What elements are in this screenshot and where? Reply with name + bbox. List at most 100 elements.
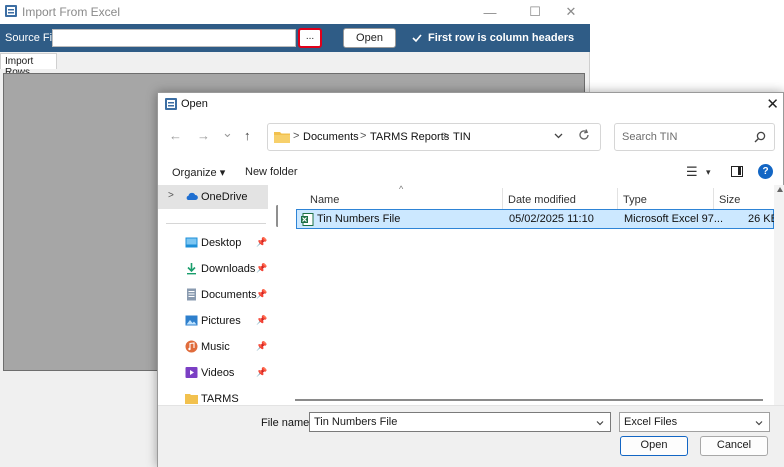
app-icon	[5, 5, 17, 17]
sidebar-item-onedrive[interactable]: > OneDrive	[158, 185, 268, 209]
scroll-up-icon[interactable]	[777, 187, 783, 192]
videos-icon	[185, 367, 198, 378]
vertical-scrollbar[interactable]	[774, 185, 784, 405]
header-checkbox-label[interactable]: First row is column headers	[428, 32, 574, 44]
search-icon[interactable]	[754, 131, 766, 143]
sidebar-divider	[166, 223, 266, 224]
breadcrumb-tin[interactable]: TIN	[453, 131, 471, 143]
file-list: ^ Name Date modified Type Size Tin Numbe…	[285, 184, 778, 405]
dialog-footer: File name: Tin Numbers File Excel Files …	[158, 405, 784, 467]
address-bar[interactable]: > Documents > TARMS Reports > TIN	[267, 123, 601, 151]
browse-button[interactable]: ...	[298, 28, 322, 48]
horizontal-scroll-thumb[interactable]	[295, 399, 763, 401]
breadcrumb-tarms-reports[interactable]: TARMS Reports	[370, 131, 449, 143]
view-dropdown-icon[interactable]: ▾	[706, 167, 711, 178]
sidebar-item-music[interactable]: Music 📌	[158, 335, 268, 359]
excel-file-icon	[301, 213, 314, 226]
close-button[interactable]: ✕	[556, 0, 586, 24]
pin-icon: 📌	[256, 341, 268, 351]
file-type-filter[interactable]: Excel Files	[619, 412, 770, 432]
forward-arrow-icon[interactable]: →	[197, 128, 210, 143]
desktop-icon	[185, 237, 198, 248]
search-placeholder: Search TIN	[622, 131, 678, 143]
organize-button[interactable]: Organize ▾	[172, 166, 225, 179]
column-header-date[interactable]: Date modified	[508, 194, 576, 206]
folder-icon	[185, 394, 198, 404]
dialog-title-bar: Open ✕	[158, 93, 784, 115]
file-type-filter-value: Excel Files	[624, 416, 678, 428]
sidebar-item-desktop[interactable]: Desktop 📌	[158, 231, 268, 255]
navigation-bar: ← → ⌄ ↑ > Documents > TARMS Reports > TI…	[158, 120, 784, 154]
column-header-size[interactable]: Size	[719, 194, 740, 206]
new-folder-button[interactable]: New folder	[245, 166, 298, 178]
search-box[interactable]: Search TIN	[614, 123, 775, 151]
address-dropdown-icon[interactable]	[553, 130, 564, 141]
pin-icon: 📌	[256, 289, 268, 299]
file-name-value: Tin Numbers File	[314, 416, 398, 428]
refresh-icon[interactable]	[577, 128, 591, 142]
header-checkbox[interactable]	[412, 33, 422, 43]
sidebar-item-label: TARMS Reports	[201, 393, 239, 405]
column-divider[interactable]	[502, 188, 503, 210]
column-divider[interactable]	[617, 188, 618, 210]
pin-icon: 📌	[256, 263, 268, 273]
command-bar: Organize ▾ New folder ☰ ▾ ?	[158, 159, 784, 185]
minimize-button[interactable]: —	[475, 0, 505, 24]
sidebar-item-tarms-reports[interactable]: TARMS Reports	[158, 387, 268, 405]
sidebar-item-documents[interactable]: Documents 📌	[158, 283, 268, 307]
pin-icon: 📌	[256, 367, 268, 377]
navigation-pane: > OneDrive Desktop 📌 Downloads 📌 Documen…	[158, 185, 278, 405]
sidebar-item-label: Desktop	[201, 237, 242, 249]
breadcrumb-separator: >	[293, 130, 300, 142]
horizontal-scrollbar[interactable]	[285, 395, 773, 405]
file-date-cell: 05/02/2025 11:10	[509, 213, 594, 225]
file-type-cell: Microsoft Excel 97...	[624, 213, 724, 225]
back-arrow-icon[interactable]: ←	[169, 128, 182, 143]
maximize-button[interactable]: ☐	[520, 0, 550, 24]
music-icon	[185, 340, 198, 353]
cloud-icon	[186, 192, 198, 200]
sidebar-item-videos[interactable]: Videos 📌	[158, 361, 268, 385]
pin-icon: 📌	[256, 237, 268, 247]
folder-icon	[274, 132, 290, 143]
source-toolbar: Source File ... Open First row is column…	[0, 24, 590, 52]
file-name-dropdown-icon[interactable]	[595, 418, 605, 428]
view-options-icon[interactable]: ☰	[686, 164, 698, 180]
up-arrow-icon[interactable]: ↑	[244, 128, 251, 143]
download-icon	[187, 263, 196, 275]
sort-arrow-icon: ^	[399, 184, 404, 194]
pictures-icon	[185, 315, 198, 326]
tab-import-rows[interactable]: Import Rows	[0, 53, 57, 78]
sidebar-item-pictures[interactable]: Pictures 📌	[158, 309, 268, 333]
dialog-close-button[interactable]: ✕	[766, 95, 779, 113]
expand-chevron-icon[interactable]: >	[168, 190, 174, 201]
file-row[interactable]: Tin Numbers File 05/02/2025 11:10 Micros…	[296, 209, 778, 229]
dialog-cancel-button[interactable]: Cancel	[700, 436, 768, 456]
title-bar: Import From Excel — ☐ ✕	[0, 0, 590, 24]
breadcrumb-separator: >	[360, 130, 367, 142]
pin-icon: 📌	[256, 315, 268, 325]
dialog-app-icon	[165, 98, 177, 110]
file-name-cell: Tin Numbers File	[317, 213, 401, 225]
sidebar-scrollbar[interactable]	[276, 205, 278, 227]
column-header-type[interactable]: Type	[623, 194, 647, 206]
recent-locations-icon[interactable]: ⌄	[222, 125, 233, 141]
window-title: Import From Excel	[22, 5, 121, 19]
breadcrumb-documents[interactable]: Documents	[303, 131, 359, 143]
sidebar-item-label: Downloads	[201, 263, 256, 275]
source-file-input[interactable]	[52, 29, 296, 47]
preview-pane-icon[interactable]	[731, 166, 743, 177]
sidebar-item-downloads[interactable]: Downloads 📌	[158, 257, 268, 281]
open-file-dialog: Open ✕ ← → ⌄ ↑ > Documents > TARMS Repor…	[157, 92, 784, 467]
help-icon[interactable]: ?	[758, 164, 773, 179]
file-name-label: File name:	[261, 417, 313, 429]
dialog-open-button[interactable]: Open	[620, 436, 688, 456]
column-divider[interactable]	[713, 188, 714, 210]
file-name-input[interactable]: Tin Numbers File	[309, 412, 611, 432]
sidebar-item-label: Music	[201, 341, 230, 353]
filter-dropdown-icon[interactable]	[754, 418, 764, 428]
sidebar-item-label: Pictures	[201, 315, 241, 327]
column-header-row: ^ Name Date modified Type Size	[285, 184, 775, 210]
column-header-name[interactable]: Name	[310, 194, 339, 206]
open-file-button[interactable]: Open	[343, 28, 396, 48]
